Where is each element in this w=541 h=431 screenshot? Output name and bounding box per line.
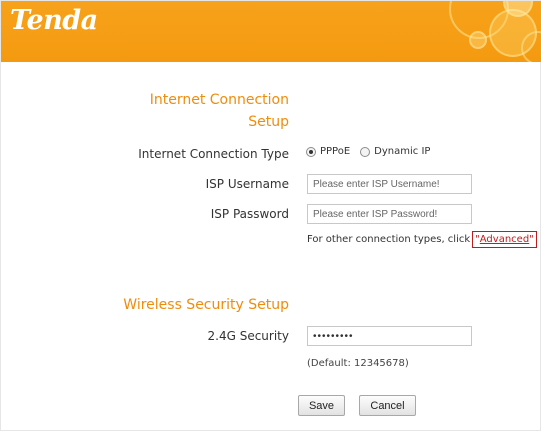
advanced-quote-close: " xyxy=(529,234,534,245)
radio-dynamic-ip-icon[interactable] xyxy=(360,146,371,157)
advanced-link-box[interactable]: "Advanced" xyxy=(472,231,537,248)
connection-type-label: Internet Connection Type xyxy=(138,147,289,161)
setup-page: Tenda Internet Connection Setup Internet… xyxy=(0,0,541,431)
radio-dynamic-ip-label: Dynamic IP xyxy=(374,146,431,157)
wireless-security-input[interactable] xyxy=(307,326,472,346)
radio-dynamic-ip[interactable]: Dynamic IP xyxy=(360,146,430,157)
save-button[interactable]: Save xyxy=(298,395,345,416)
isp-username-label: ISP Username xyxy=(205,177,289,191)
internet-section-title: Internet Connection xyxy=(149,92,289,108)
isp-username-input[interactable] xyxy=(307,174,472,194)
wireless-section-title: Wireless Security Setup xyxy=(123,297,289,313)
isp-password-label: ISP Password xyxy=(210,207,289,221)
radio-pppoe-label: PPPoE xyxy=(320,146,351,157)
internet-section-title-line2: Setup xyxy=(248,114,289,130)
header-bar: Tenda xyxy=(1,1,541,62)
tenda-logo: Tenda xyxy=(10,5,98,36)
connection-type-radio-group: PPPoE Dynamic IP xyxy=(306,146,440,157)
default-password-note: (Default: 12345678) xyxy=(307,358,409,369)
other-connection-text: For other connection types, click xyxy=(307,234,471,245)
isp-password-input[interactable] xyxy=(307,204,472,224)
other-connection-hint: For other connection types, click "Advan… xyxy=(307,231,537,248)
radio-pppoe-icon[interactable] xyxy=(306,146,316,157)
decorative-bubble xyxy=(469,31,487,49)
security-label: 2.4G Security xyxy=(207,329,289,343)
cancel-button[interactable]: Cancel xyxy=(359,395,416,416)
advanced-link[interactable]: Advanced xyxy=(480,234,529,245)
radio-pppoe[interactable]: PPPoE xyxy=(306,146,350,157)
